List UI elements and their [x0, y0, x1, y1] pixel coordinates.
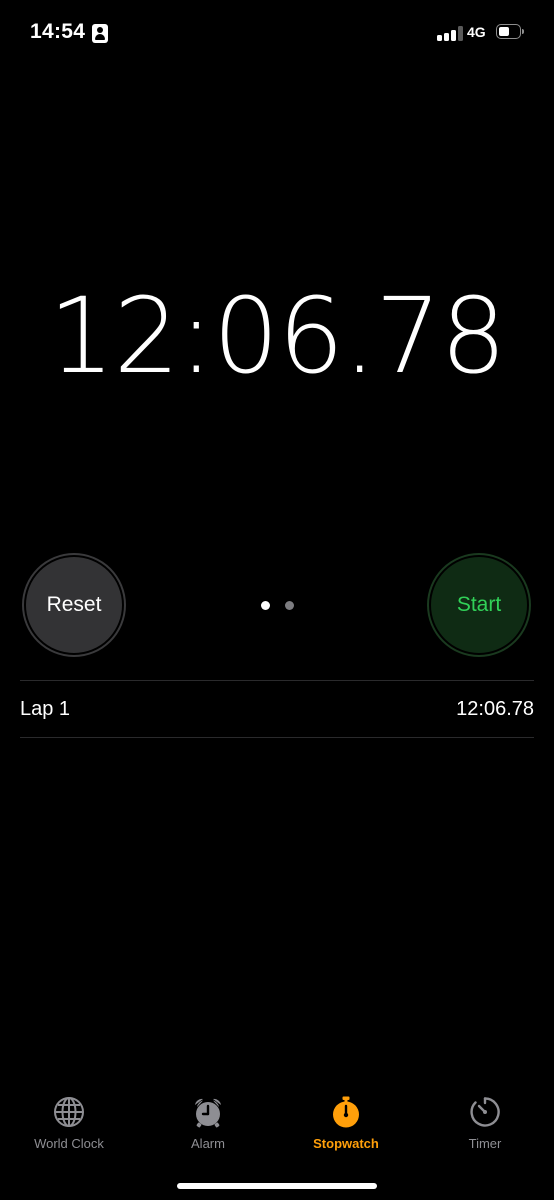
- globe-icon: [54, 1097, 84, 1127]
- timer-icon: [470, 1097, 500, 1127]
- tab-stopwatch[interactable]: Stopwatch: [277, 1086, 415, 1156]
- alarm-clock-icon: [195, 1098, 221, 1128]
- tab-alarm[interactable]: Alarm: [139, 1086, 277, 1156]
- lap-list: Lap 1 12:06.78: [20, 680, 534, 738]
- lap-time: 12:06.78: [456, 698, 534, 720]
- lap-label: Lap 1: [20, 698, 71, 720]
- contact-card-icon: [92, 24, 108, 43]
- status-bar: 14:54 4G: [0, 0, 554, 66]
- page-dot-active: [261, 601, 270, 610]
- battery-tip: [522, 29, 524, 34]
- tab-label: Alarm: [191, 1136, 225, 1151]
- tab-label: Timer: [468, 1136, 502, 1151]
- lap-row: Lap 1 12:06.78: [20, 681, 534, 738]
- tab-label: World Clock: [34, 1136, 104, 1151]
- start-button-label: Start: [429, 555, 529, 655]
- tab-bar: World Clock Alarm Stopwatch Timer: [0, 1086, 554, 1166]
- status-time: 14:54: [30, 20, 86, 43]
- tab-world-clock[interactable]: World Clock: [0, 1086, 138, 1156]
- reset-button-label: Reset: [24, 555, 124, 655]
- cellular-signal-icon: [437, 26, 463, 41]
- reset-button[interactable]: Reset: [22, 553, 126, 657]
- home-indicator[interactable]: [177, 1183, 377, 1189]
- battery-icon: [496, 24, 521, 39]
- stopwatch-icon: [333, 1096, 359, 1128]
- page-indicator[interactable]: [261, 601, 295, 611]
- start-button[interactable]: Start: [427, 553, 531, 657]
- page-dot-inactive: [285, 601, 294, 610]
- tab-label: Stopwatch: [313, 1136, 379, 1151]
- elapsed-time: 12:06.78: [48, 275, 506, 397]
- tab-timer[interactable]: Timer: [416, 1086, 554, 1156]
- network-type: 4G: [467, 24, 486, 40]
